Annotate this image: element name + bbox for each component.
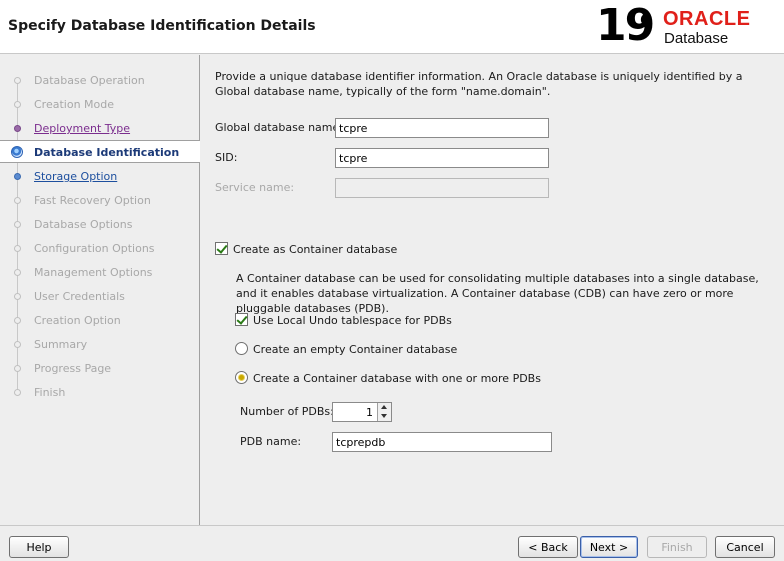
oracle-logo: ORACLE [663,8,751,30]
current-step-icon [11,146,23,158]
back-button[interactable]: < Back [518,536,578,558]
footer-bar: Help < Back Next > Finish Cancel [0,525,784,561]
container-db-description: A Container database can be used for con… [236,272,759,315]
empty-container-radio-label[interactable]: Create an empty Container database [253,343,457,356]
pdb-name-input[interactable] [332,432,552,452]
step-indicator-icon [14,293,21,300]
step-label[interactable]: Deployment Type [34,122,130,135]
container-db-checkbox[interactable] [215,242,228,255]
step-label: Database Operation [34,74,145,87]
step-label: Fast Recovery Option [34,194,151,207]
service-name-label: Service name: [215,181,295,194]
container-with-pdbs-radio[interactable] [235,371,248,384]
version-logo-suffix: c [640,6,652,30]
spinner-up-icon[interactable] [381,405,387,409]
step-indicator-icon [14,101,21,108]
next-button[interactable]: Next > [580,536,638,558]
step-indicator-icon [14,77,21,84]
local-undo-checkbox-label[interactable]: Use Local Undo tablespace for PDBs [253,314,452,327]
step-indicator-icon [14,341,21,348]
step-label: Creation Option [34,314,121,327]
step-indicator-icon [14,173,21,180]
step-fast-recovery-option: Fast Recovery Option [0,189,199,211]
help-button[interactable]: Help [9,536,69,558]
sid-input[interactable] [335,148,549,168]
step-finish: Finish [0,381,199,403]
step-label: Configuration Options [34,242,155,255]
pdb-name-label: PDB name: [240,435,302,448]
intro-text: Provide a unique database identifier inf… [215,70,743,98]
cancel-button[interactable]: Cancel [715,536,775,558]
step-label: Database Options [34,218,133,231]
step-label: Progress Page [34,362,112,375]
step-indicator-icon [14,317,21,324]
step-creation-mode: Creation Mode [0,93,199,115]
finish-button: Finish [647,536,707,558]
container-db-checkbox-label[interactable]: Create as Container database [233,243,397,256]
step-progress-page: Progress Page [0,357,199,379]
service-name-input [335,178,549,198]
header: Specify Database Identification Details … [0,0,784,54]
step-database-identification: Database Identification [0,140,200,163]
num-pdbs-value[interactable]: 1 [366,406,373,419]
step-indicator-icon [14,221,21,228]
num-pdbs-label: Number of PDBs: [240,405,334,418]
step-indicator-icon [14,197,21,204]
step-database-options: Database Options [0,213,199,235]
global-db-name-input[interactable] [335,118,549,138]
step-label: Management Options [34,266,153,279]
spinner-down-icon[interactable] [381,414,387,418]
num-pdbs-spinner[interactable]: 1 [332,402,392,422]
global-db-name-label: Global database name: [215,121,343,134]
step-indicator-icon [14,365,21,372]
step-database-operation: Database Operation [0,69,199,91]
step-indicator-icon [14,389,21,396]
step-indicator-icon [14,125,21,132]
step-indicator-icon [14,269,21,276]
sid-label: SID: [215,151,238,164]
step-label: Database Identification [34,146,180,159]
step-storage-option[interactable]: Storage Option [0,165,199,187]
step-creation-option: Creation Option [0,309,199,331]
local-undo-checkbox[interactable] [235,313,248,326]
step-deployment-type[interactable]: Deployment Type [0,117,199,139]
step-summary: Summary [0,333,199,355]
step-management-options: Management Options [0,261,199,283]
step-label[interactable]: Storage Option [34,170,117,183]
step-indicator-icon [14,245,21,252]
container-with-pdbs-radio-label[interactable]: Create a Container database with one or … [253,372,541,385]
step-label: Finish [34,386,66,399]
step-user-credentials: User Credentials [0,285,199,307]
step-label: Summary [34,338,88,351]
product-name: Database [664,30,729,47]
step-configuration-options: Configuration Options [0,237,199,259]
step-label: User Credentials [34,290,125,303]
spinner-arrows[interactable] [377,403,391,421]
step-label: Creation Mode [34,98,115,111]
wizard-steps-sidebar: Database Operation Creation Mode Deploym… [0,55,200,525]
page-title: Specify Database Identification Details [8,18,316,34]
empty-container-radio[interactable] [235,342,248,355]
